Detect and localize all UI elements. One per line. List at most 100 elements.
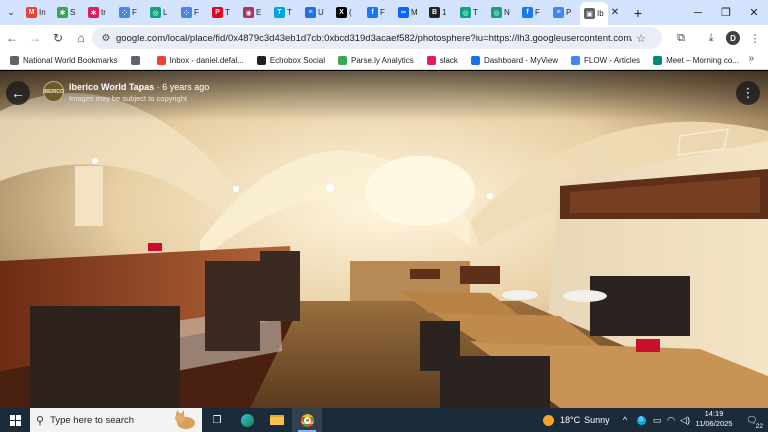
bookmark-item[interactable]: Inbox - daniel.defal... <box>156 55 244 65</box>
pinterest-icon: P <box>212 7 223 18</box>
photo-viewer[interactable]: ← IBERICO Iberico World Tapas · 6 years … <box>0 71 768 408</box>
bookmark-item[interactable]: Parse.ly Analytics <box>338 55 414 65</box>
browser-tab[interactable]: X( <box>332 2 363 24</box>
browser-tab[interactable]: M In <box>22 2 53 24</box>
notification-icon[interactable]: 🗨 22 <box>742 410 764 430</box>
task-view-icon[interactable]: ❒ <box>202 408 232 432</box>
extensions-icon[interactable]: ⧉ <box>670 27 692 49</box>
bookmark-favicon-icon <box>338 55 347 65</box>
place-title[interactable]: Iberico World Tapas · 6 years ago <box>69 82 209 92</box>
bookmark-favicon-icon <box>256 55 266 65</box>
bookmark-item[interactable]: Dashboard - MyView <box>470 55 558 65</box>
browser-tab[interactable]: ◉ E <box>239 2 270 24</box>
taskbar-search-box[interactable]: ⚲ Type here to search <box>30 408 202 432</box>
url-text[interactable]: google.com/local/place/fid/0x4879c3d43eb… <box>116 33 632 44</box>
taskbar-clock[interactable]: 14:19 11/06/2025 <box>690 409 738 429</box>
restaurant-photo[interactable] <box>0 71 768 408</box>
more-options-icon[interactable]: ⋮ <box>736 81 760 105</box>
forward-arrow-icon[interactable]: → <box>24 27 46 49</box>
close-window-button[interactable]: ✕ <box>740 0 768 25</box>
browser-tab[interactable]: ✱ tr <box>84 2 115 24</box>
browser-tab[interactable]: ◎ T <box>456 2 487 24</box>
address-bar[interactable]: ⚙ google.com/local/place/fid/0x4879c3d43… <box>92 27 662 49</box>
place-avatar[interactable]: IBERICO <box>43 81 64 102</box>
meta-icon: ∞ <box>398 7 409 18</box>
bookmarks-overflow-icon[interactable]: » <box>748 53 754 64</box>
facebook-icon: f <box>522 7 533 18</box>
bookmark-item[interactable]: National World Bookmarks <box>10 55 118 65</box>
browser-tab[interactable]: PT <box>208 2 239 24</box>
bookmark-label: Meet – Morning co... <box>666 55 739 65</box>
tab-label: E <box>256 8 262 17</box>
start-windows-icon[interactable] <box>0 408 30 432</box>
bookmark-item[interactable]: slack <box>426 55 458 65</box>
bookmark-star-icon[interactable]: ☆ <box>632 32 650 45</box>
bookmark-favicon-icon <box>10 55 19 65</box>
bookmark-label: Echobox Social <box>269 55 325 65</box>
tab-label: 1 <box>442 8 447 17</box>
grid-icon: ⁘ <box>181 7 192 18</box>
file-explorer-icon[interactable] <box>262 408 292 432</box>
title-separator: · <box>156 82 160 92</box>
reload-icon[interactable]: ↻ <box>47 27 69 49</box>
tab-label: L <box>163 8 168 17</box>
tab-label: F <box>380 8 385 17</box>
back-arrow-icon[interactable]: ← <box>6 81 30 105</box>
tab-label: S <box>70 8 76 17</box>
chatgpt-icon: ◎ <box>150 7 161 18</box>
tab-strip: ⌄ M In ✱ S ✱ tr ⁘ F ◎ L ⁘ F P T ◉ E T T ≡ U X(f F ∞ M B 1 ◎ T ◎ Nf F ≡ P… <box>0 0 768 26</box>
place-name[interactable]: Iberico World Tapas <box>69 82 154 92</box>
profile-avatar[interactable]: D <box>722 27 744 49</box>
browser-tab[interactable]: ✱ S <box>53 2 84 24</box>
globe-icon: ◉ <box>243 7 254 18</box>
bookmark-label: slack <box>439 55 458 65</box>
weather-widget[interactable]: 18°C Sunny <box>543 408 610 432</box>
skype-tray-icon[interactable]: S <box>634 408 648 432</box>
search-placeholder: Type here to search <box>50 414 135 426</box>
tab-label: N <box>504 8 510 17</box>
bookmark-item[interactable]: FLOW - Articles <box>571 55 640 65</box>
browser-tab[interactable]: B1 <box>425 2 456 24</box>
browser-tab[interactable]: ∞ M <box>394 2 425 24</box>
battery-icon[interactable]: ▭ <box>650 408 664 432</box>
browser-menu-icon[interactable]: ⋮ <box>744 27 766 49</box>
tab-label: Ib <box>597 9 604 18</box>
bookmark-item[interactable]: Echobox Social <box>256 55 325 65</box>
bookmarks-bar: National World Bookmarks Inbox - daniel.d… <box>0 51 768 70</box>
apps-grid-icon[interactable] <box>130 55 144 65</box>
bookmark-item[interactable]: Meet – Morning co... <box>653 55 739 65</box>
wifi-icon[interactable]: ◠ <box>664 408 678 432</box>
tab-label: T <box>473 8 478 17</box>
tab-search-icon[interactable]: ⌄ <box>0 2 22 24</box>
browser-tab[interactable]: fF <box>363 2 394 24</box>
profile-initial: D <box>726 31 740 45</box>
browser-tab[interactable]: fF <box>518 2 549 24</box>
download-icon[interactable]: ⤓ <box>700 27 722 49</box>
browser-tab[interactable]: ⁘ F <box>115 2 146 24</box>
browser-tab[interactable]: ◎ N <box>487 2 518 24</box>
tab-label: F <box>535 8 540 17</box>
maximize-button[interactable]: ❐ <box>712 0 740 25</box>
browser-tab[interactable]: ▣ Ib <box>580 1 608 26</box>
browser-tab[interactable]: ≡ P <box>549 2 580 24</box>
avatar-logo-text: IBERICO <box>43 88 64 95</box>
browser-tab[interactable]: ⁘ F <box>177 2 208 24</box>
browser-tab[interactable]: TT <box>270 2 301 24</box>
search-icon: ⚲ <box>36 414 45 427</box>
site-settings-icon[interactable]: ⚙ <box>96 33 116 44</box>
tab-label: T <box>287 8 292 17</box>
chrome-icon[interactable] <box>292 408 322 432</box>
close-tab-icon[interactable]: ✕ <box>608 6 622 20</box>
browser-tab[interactable]: ◎ L <box>146 2 177 24</box>
new-tab-button[interactable]: + <box>628 3 648 23</box>
minimize-button[interactable]: ─ <box>684 0 712 25</box>
chatgpt-icon: ◎ <box>491 7 502 18</box>
slack-icon: ✱ <box>57 7 68 18</box>
home-icon[interactable]: ⌂ <box>70 27 92 49</box>
browser-tab[interactable]: ≡ U <box>301 2 332 24</box>
docs-icon: ≡ <box>305 7 316 18</box>
search-highlight-cat-icon <box>175 410 195 429</box>
back-arrow-icon[interactable]: ← <box>1 27 23 49</box>
tray-chevron-icon[interactable]: ^ <box>618 408 632 432</box>
edge-icon[interactable] <box>232 408 262 432</box>
